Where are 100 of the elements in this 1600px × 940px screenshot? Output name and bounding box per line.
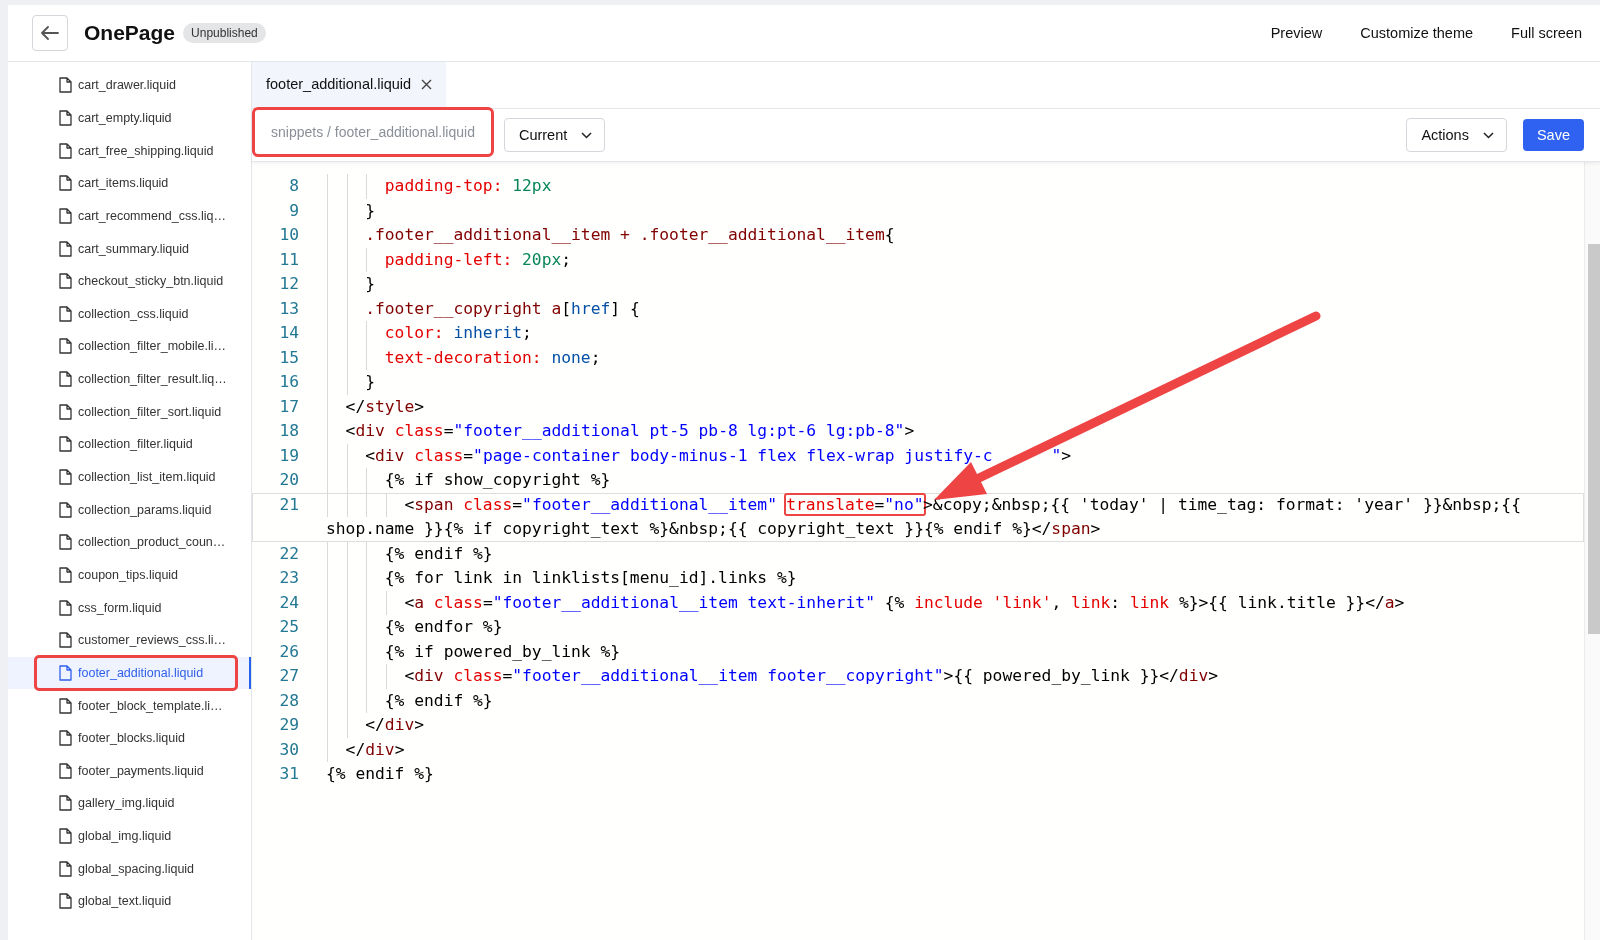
file-name: footer_blocks.liquid <box>78 731 185 746</box>
header-link[interactable]: Customize theme <box>1360 25 1474 41</box>
line-number: 14 <box>278 322 300 344</box>
file-item[interactable]: cart_summary.liquid <box>8 232 251 265</box>
file-name: gallery_img.liquid <box>78 796 175 811</box>
line-number: 8 <box>288 175 300 197</box>
file-item[interactable]: collection_filter.liquid <box>8 428 251 461</box>
code-line: .footer__copyright a[href] { <box>364 298 640 318</box>
file-item[interactable]: global_text.liquid <box>8 885 251 918</box>
line-number: 27 <box>278 665 300 687</box>
back-button[interactable] <box>32 15 68 51</box>
line-number: 29 <box>278 714 300 736</box>
file-icon <box>59 240 72 257</box>
file-item[interactable]: cart_drawer.liquid <box>8 69 251 102</box>
line-number: 25 <box>278 616 300 638</box>
file-name: collection_filter_mobile.li… <box>78 339 226 354</box>
file-item[interactable]: collection_filter_sort.liquid <box>8 395 251 429</box>
file-icon <box>59 860 72 877</box>
version-dropdown[interactable]: Current <box>503 118 606 152</box>
line-number: 20 <box>278 469 300 491</box>
file-icon <box>59 403 72 420</box>
file-item[interactable]: checkout_sticky_btn.liquid <box>8 264 251 298</box>
file-name: collection_filter_sort.liquid <box>78 404 222 419</box>
file-item[interactable]: collection_params.liquid <box>8 493 251 526</box>
file-item[interactable]: cart_recommend_css.liq… <box>8 199 251 233</box>
file-item[interactable]: collection_list_item.liquid <box>8 460 251 494</box>
line-number: 19 <box>278 444 300 467</box>
file-item[interactable]: collection_filter_mobile.li… <box>8 330 251 363</box>
file-icon <box>59 469 72 485</box>
file-item[interactable]: collection_product_coun… <box>8 525 251 559</box>
file-name: collection_product_coun… <box>78 535 226 550</box>
header-link[interactable]: Preview <box>1270 25 1323 41</box>
file-icon <box>59 893 72 910</box>
file-icon <box>59 599 72 616</box>
code-line: } <box>364 200 375 220</box>
file-item[interactable]: global_img.liquid <box>8 819 251 853</box>
file-item[interactable]: gallery_img.liquid <box>8 787 251 820</box>
code-line: <div class="page-container body-minus-1 flex flex-wrap justify-c "> <box>364 445 1072 465</box>
close-icon[interactable] <box>421 78 433 90</box>
file-item[interactable]: cart_empty.liquid <box>8 101 251 135</box>
chevron-down-icon <box>1482 131 1494 139</box>
file-name: customer_reviews_css.li… <box>78 633 226 648</box>
code-line: {% if powered_by_link %} <box>383 641 621 661</box>
line-number: 26 <box>278 640 300 663</box>
file-name: footer_block_template.li… <box>78 698 223 713</box>
file-item[interactable]: global_spacing.liquid <box>8 852 251 885</box>
file-icon <box>59 828 72 845</box>
file-name: checkout_sticky_btn.liquid <box>78 274 224 289</box>
scrollbar[interactable] <box>1584 162 1600 940</box>
file-name: collection_css.liquid <box>78 306 189 321</box>
code-line: {% endif %} <box>326 764 434 783</box>
file-name: collection_params.liquid <box>78 502 212 517</box>
line-number: 16 <box>278 371 300 393</box>
file-item[interactable]: cart_items.liquid <box>8 166 251 200</box>
header-link[interactable]: Full screen <box>1511 25 1582 41</box>
file-icon <box>59 664 72 681</box>
code-line: .footer__additional__item + .footer__additional__item{ <box>364 225 895 244</box>
file-item[interactable]: collection_css.liquid <box>8 297 251 331</box>
file-icon <box>59 762 72 779</box>
file-name: collection_list_item.liquid <box>78 470 216 484</box>
file-item[interactable]: collection_filter_result.liq… <box>8 362 251 396</box>
file-icon <box>59 371 72 388</box>
file-icon <box>59 207 72 224</box>
code-line: padding-top: 12px <box>383 176 552 195</box>
file-item[interactable]: cart_free_shipping.liquid <box>8 134 251 167</box>
status-badge: Unpublished <box>183 23 266 43</box>
file-name: cart_items.liquid <box>78 176 169 191</box>
line-number: 13 <box>278 297 300 320</box>
line-number: 22 <box>278 542 300 565</box>
actions-dropdown[interactable]: Actions <box>1406 118 1507 152</box>
file-name: cart_empty.liquid <box>78 110 172 125</box>
file-icon <box>59 730 72 747</box>
line-number: 12 <box>278 273 300 295</box>
file-icon <box>59 795 72 812</box>
file-icon <box>59 436 72 453</box>
file-item[interactable]: css_form.liquid <box>8 591 251 624</box>
file-item[interactable]: footer_block_template.li… <box>8 689 251 722</box>
code-line: {% endif %} <box>383 543 493 563</box>
code-line: <div class="footer__additional pt-5 pb-8 lg:pt-6 lg:pb-8"> <box>344 421 915 440</box>
file-item[interactable]: footer_payments.liquid <box>8 754 251 788</box>
file-item[interactable]: customer_reviews_css.li… <box>8 623 251 657</box>
file-icon <box>59 501 72 518</box>
save-button[interactable]: Save <box>1522 119 1584 151</box>
file-item[interactable]: footer_additional.liquid <box>8 656 251 690</box>
line-number: 28 <box>278 689 300 712</box>
code-line: </div> <box>344 739 405 759</box>
file-icon <box>59 697 72 714</box>
code-line: {% endif %} <box>383 690 493 710</box>
file-icon <box>59 77 72 94</box>
file-name: css_form.liquid <box>78 600 162 615</box>
line-number: 31 <box>278 763 300 785</box>
code-line: </style> <box>344 396 425 416</box>
line-number: 21 <box>278 493 300 516</box>
file-icon <box>59 338 72 355</box>
file-tab[interactable]: footer_additional.liquid <box>252 62 447 108</box>
line-number: 30 <box>278 738 300 761</box>
file-item[interactable]: footer_blocks.liquid <box>8 721 251 755</box>
file-item[interactable]: coupon_tips.liquid <box>8 558 251 592</box>
line-number: 17 <box>278 395 300 418</box>
file-name: cart_free_shipping.liquid <box>78 143 214 158</box>
